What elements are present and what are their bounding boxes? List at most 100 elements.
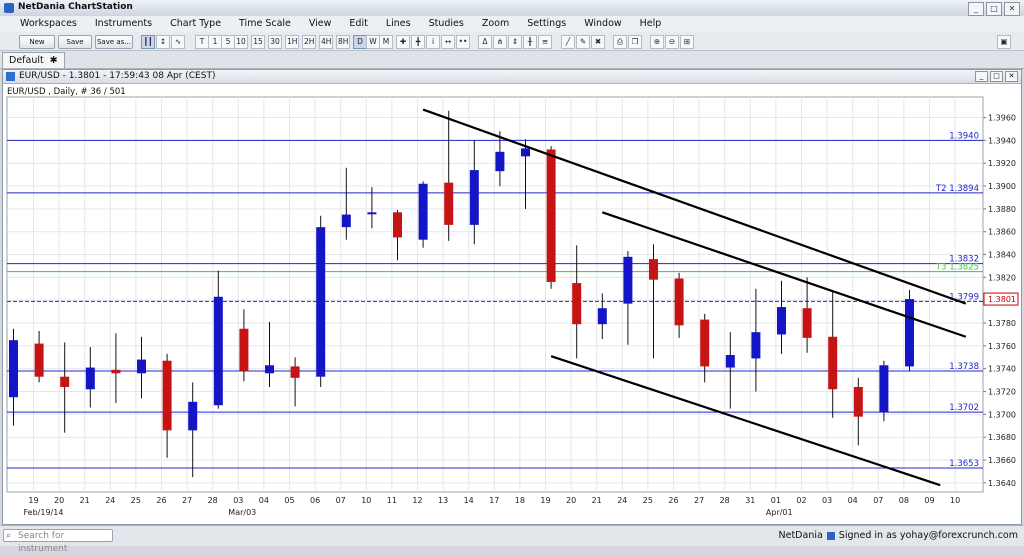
candle-body[interactable] xyxy=(60,376,70,387)
candle-body[interactable] xyxy=(188,401,198,431)
candle-body[interactable] xyxy=(290,366,300,378)
timescale-button-d[interactable]: D xyxy=(353,35,367,49)
timescale-button-1h[interactable]: 1H xyxy=(285,35,300,49)
candle-body[interactable] xyxy=(265,365,274,374)
info-icon[interactable]: i xyxy=(426,35,440,49)
candle-body[interactable] xyxy=(521,148,530,157)
candle-body[interactable] xyxy=(572,283,582,325)
menu-instruments[interactable]: Instruments xyxy=(86,16,161,32)
timescale-button-15[interactable]: 15 xyxy=(251,35,265,49)
menu-workspaces[interactable]: Workspaces xyxy=(0,16,86,32)
new-button[interactable]: New xyxy=(19,35,55,49)
timescale-button-t[interactable]: T xyxy=(195,35,209,49)
candle-body[interactable] xyxy=(444,182,454,225)
candle-body[interactable] xyxy=(137,359,146,374)
candle-body[interactable] xyxy=(546,149,556,282)
bar-chart-icon[interactable]: ┃┃ xyxy=(141,35,155,49)
candle-body[interactable] xyxy=(418,183,428,240)
timescale-button-30[interactable]: 30 xyxy=(268,35,282,49)
points-icon[interactable]: •• xyxy=(456,35,470,49)
chart-restore-button[interactable]: □ xyxy=(990,71,1003,82)
candle-body[interactable] xyxy=(469,170,479,225)
price-chart[interactable]: EUR/USD , Daily, # 36 / 501 1.3640 1.3660… xyxy=(3,84,1021,524)
x-tick-label: 03 xyxy=(822,496,832,505)
menu-window[interactable]: Window xyxy=(575,16,630,32)
timescale-button-w[interactable]: W xyxy=(366,35,380,49)
candle-body[interactable] xyxy=(700,319,710,367)
brand-label: NetDania xyxy=(778,530,823,541)
candle-body[interactable] xyxy=(751,332,761,359)
candle-body[interactable] xyxy=(905,299,914,367)
menu-settings[interactable]: Settings xyxy=(518,16,575,32)
candle-body[interactable] xyxy=(239,328,249,371)
candle-body[interactable] xyxy=(802,308,812,338)
chart-minimize-button[interactable]: _ xyxy=(975,71,988,82)
menu-lines[interactable]: Lines xyxy=(377,16,420,32)
draw-line-icon[interactable]: ╱ xyxy=(561,35,575,49)
delete-lines-icon[interactable]: ✖ xyxy=(591,35,605,49)
candle-body[interactable] xyxy=(725,355,735,368)
grid-toggle-icon[interactable]: ╫ xyxy=(523,35,537,49)
chart-close-button[interactable]: ✕ xyxy=(1005,71,1018,82)
candle-body[interactable] xyxy=(828,336,838,390)
candle-body[interactable] xyxy=(162,360,172,431)
pencil-icon[interactable]: ✎ xyxy=(576,35,590,49)
candle-body[interactable] xyxy=(495,151,505,172)
copy-icon[interactable]: ❐ xyxy=(628,35,642,49)
timescale-button-8h[interactable]: 8H xyxy=(336,35,351,49)
tab-close-icon[interactable]: ✱ xyxy=(50,55,58,66)
candle-body[interactable] xyxy=(623,256,633,304)
menu-chart-type[interactable]: Chart Type xyxy=(161,16,230,32)
save-button[interactable]: Save xyxy=(58,35,92,49)
candle-body[interactable] xyxy=(597,308,607,325)
save-as-button[interactable]: Save as... xyxy=(95,35,133,49)
minimize-button[interactable]: _ xyxy=(968,2,984,16)
crosshair-icon[interactable]: ✚ xyxy=(396,35,410,49)
candle-body[interactable] xyxy=(674,278,684,326)
levels-icon[interactable]: ≡ xyxy=(538,35,552,49)
candle-body[interactable] xyxy=(649,259,658,280)
pan-icon[interactable]: ↔ xyxy=(441,35,455,49)
search-input[interactable]: ⌕ Search for instrument xyxy=(3,529,113,554)
candle-body[interactable] xyxy=(34,343,44,377)
menu-view[interactable]: View xyxy=(300,16,341,32)
bell-icon[interactable]: Δ xyxy=(478,35,492,49)
fork-icon[interactable]: ⋔ xyxy=(493,35,507,49)
close-button[interactable]: ✕ xyxy=(1004,2,1020,16)
tab-default[interactable]: Default ✱ xyxy=(2,52,65,68)
candle-body[interactable] xyxy=(213,296,223,406)
candle-body[interactable] xyxy=(85,367,95,390)
cursor-icon[interactable]: ╋ xyxy=(411,35,425,49)
zoom-out-icon[interactable]: ⊖ xyxy=(665,35,679,49)
print-icon[interactable]: ⎙ xyxy=(613,35,627,49)
candle-body[interactable] xyxy=(853,386,863,417)
candle-body[interactable] xyxy=(341,214,351,228)
zoom-fit-icon[interactable]: ⊞ xyxy=(680,35,694,49)
candle-body[interactable] xyxy=(393,212,402,238)
candlestick-icon[interactable]: ↕ xyxy=(156,35,170,49)
menu-help[interactable]: Help xyxy=(631,16,671,32)
maximize-button[interactable]: □ xyxy=(986,2,1002,16)
candle-body[interactable] xyxy=(777,307,786,335)
menu-time-scale[interactable]: Time Scale xyxy=(230,16,300,32)
candle-body[interactable] xyxy=(316,227,326,377)
menu-zoom[interactable]: Zoom xyxy=(473,16,518,32)
candle-body[interactable] xyxy=(879,365,889,413)
x-tick-label: 25 xyxy=(643,496,653,505)
candle-body[interactable] xyxy=(9,340,18,398)
timescale-button-2h[interactable]: 2H xyxy=(302,35,317,49)
panel-toggle-icon[interactable]: ▣ xyxy=(997,35,1011,49)
timescale-button-4h[interactable]: 4H xyxy=(319,35,334,49)
menu-edit[interactable]: Edit xyxy=(340,16,376,32)
timescale-button-10[interactable]: 10 xyxy=(234,35,248,49)
timescale-button-1[interactable]: 1 xyxy=(208,35,222,49)
chart-info-label: EUR/USD , Daily, # 36 / 501 xyxy=(7,87,126,97)
candle-body[interactable] xyxy=(367,212,377,215)
zoom-in-icon[interactable]: ⊕ xyxy=(650,35,664,49)
timescale-button-5[interactable]: 5 xyxy=(221,35,235,49)
menu-studies[interactable]: Studies xyxy=(420,16,473,32)
timescale-button-m[interactable]: M xyxy=(379,35,393,49)
line-chart-icon[interactable]: ∿ xyxy=(171,35,185,49)
candle-body[interactable] xyxy=(111,369,121,374)
move-icon[interactable]: ⇕ xyxy=(508,35,522,49)
